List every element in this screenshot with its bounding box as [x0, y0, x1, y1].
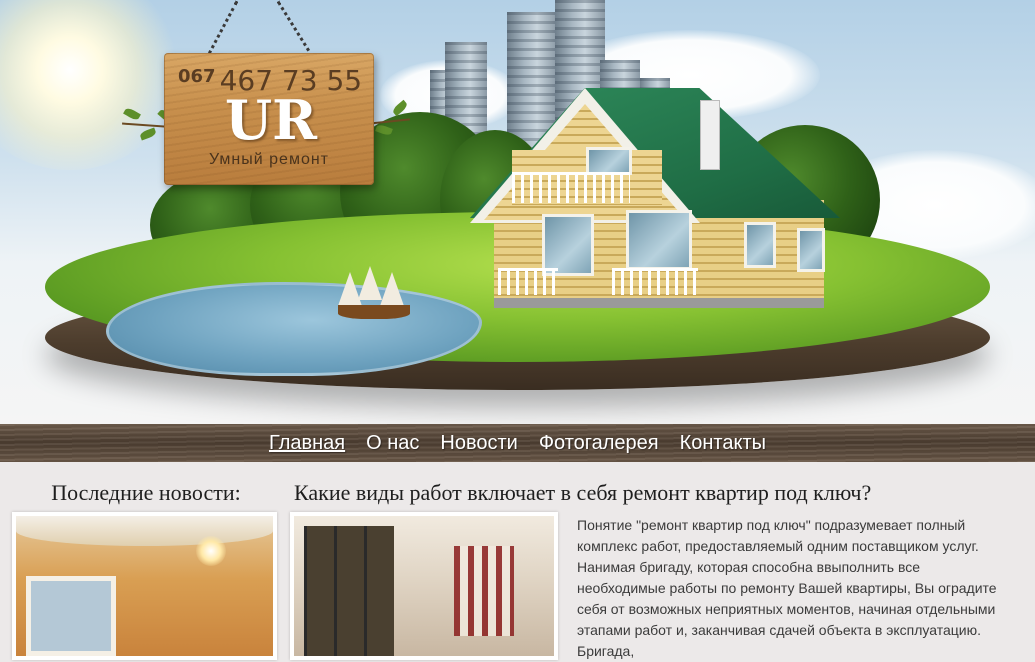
- sun: [0, 0, 180, 170]
- header-banner: 067 467 73 55 UR Умный ремонт: [0, 0, 1035, 424]
- nav-about[interactable]: О нас: [366, 432, 419, 455]
- phone-prefix: 067: [178, 66, 216, 87]
- latest-news-heading: Последние новости:: [51, 480, 241, 505]
- nav-news[interactable]: Новости: [440, 432, 517, 455]
- article-image: [290, 512, 558, 660]
- logo-text: UR: [225, 88, 317, 152]
- news-thumbnail[interactable]: [12, 512, 277, 660]
- nav-home[interactable]: Главная: [269, 432, 345, 455]
- ceiling-room-image: [16, 516, 273, 656]
- article-title[interactable]: Какие виды работ включает в себя ремонт …: [294, 480, 871, 506]
- main-content: Последние новости: Какие виды работ вклю…: [0, 462, 1035, 660]
- sign-chain-right: [276, 0, 315, 59]
- logo-subtitle: Умный ремонт: [208, 151, 330, 168]
- nav-gallery[interactable]: Фотогалерея: [539, 432, 659, 455]
- interior-image: [294, 516, 554, 656]
- main-navigation: Главная О нас Новости Фотогалерея Контак…: [0, 424, 1035, 462]
- sign-chain-left: [204, 0, 239, 61]
- article-body: Понятие "ремонт квартир под ключ" подраз…: [577, 517, 997, 659]
- nav-contacts[interactable]: Контакты: [680, 432, 766, 455]
